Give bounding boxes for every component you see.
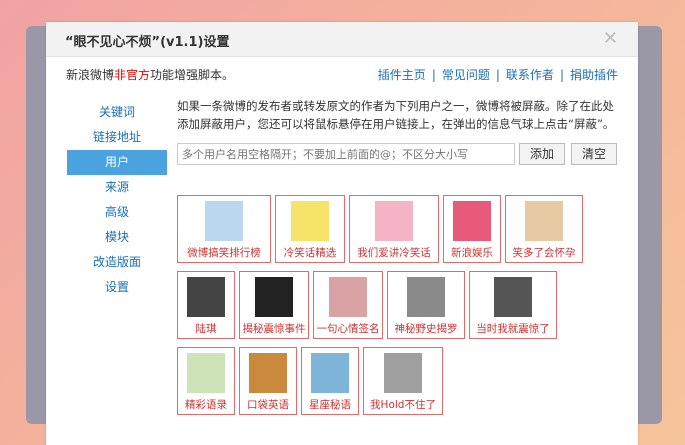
blocked-user-name: 新浪娱乐 [451, 247, 493, 259]
desc-prefix: 新浪微博 [66, 68, 115, 82]
blocked-user-name: 冷笑话精选 [283, 247, 337, 259]
blocked-user-name: 一句心情签名 [316, 323, 380, 335]
sidebar-item-source[interactable]: 来源 [67, 175, 167, 200]
link-separator: | [559, 68, 564, 82]
users-panel: 如果一条微博的发布者或转发原文的作者为下列用户之一，微博将被屏蔽。除了在此处添加… [177, 97, 622, 167]
add-button[interactable]: 添加 [519, 143, 565, 165]
dialog-titlebar: “眼不见心不烦”(v1.1)设置 ✕ [46, 22, 638, 57]
link-faq[interactable]: 常见问题 [442, 68, 490, 82]
blocked-user-item[interactable]: 神秘野史揭罗 [387, 271, 465, 339]
blocked-user-item[interactable]: 微博搞笑排行榜 [177, 195, 271, 263]
sidebar-item-links[interactable]: 链接地址 [67, 125, 167, 150]
sidebar-item-settings[interactable]: 设置 [67, 275, 167, 300]
link-donate[interactable]: 捐助插件 [570, 68, 618, 82]
blocked-user-item[interactable]: 我Hold不住了 [363, 347, 443, 415]
topbar: 新浪微博非官方功能增强脚本。 插件主页 | 常见问题 | 联系作者 | 捐助插件 [66, 66, 618, 86]
script-description: 新浪微博非官方功能增强脚本。 [66, 68, 234, 82]
blocked-user-name: 星座秘语 [309, 399, 351, 411]
sidebar-item-layout[interactable]: 改造版面 [67, 250, 167, 275]
user-avatar [187, 277, 225, 317]
blocked-user-name: 精彩语录 [185, 399, 227, 411]
blocked-user-item[interactable]: 笑多了会怀孕 [505, 195, 583, 263]
link-plugin-home[interactable]: 插件主页 [378, 68, 426, 82]
user-avatar [407, 277, 445, 317]
user-avatar [187, 353, 225, 393]
user-name-input[interactable] [177, 143, 515, 165]
user-avatar [205, 201, 243, 241]
clear-button[interactable]: 清空 [571, 143, 617, 165]
blocked-user-name: 笑多了会怀孕 [512, 247, 576, 259]
link-separator: | [431, 68, 436, 82]
close-icon[interactable]: ✕ [603, 28, 618, 49]
user-avatar [525, 201, 563, 241]
sidebar-item-keywords[interactable]: 关键词 [67, 100, 167, 125]
sidebar: 关键词 链接地址 用户 来源 高级 模块 改造版面 设置 [67, 100, 167, 300]
link-separator: | [495, 68, 500, 82]
desc-suffix: 功能增强脚本。 [150, 68, 235, 82]
header-links: 插件主页 | 常见问题 | 联系作者 | 捐助插件 [378, 66, 618, 83]
user-avatar [494, 277, 532, 317]
blocked-user-name: 神秘野史揭罗 [394, 323, 458, 335]
user-avatar [291, 201, 329, 241]
blocked-user-name: 当时我就震惊了 [476, 323, 550, 335]
blocked-user-name: 口袋英语 [247, 399, 289, 411]
add-user-row: 添加 清空 [177, 143, 622, 167]
desc-highlight: 非官方 [114, 68, 151, 82]
user-avatar [249, 353, 287, 393]
blocked-user-item[interactable]: 精彩语录 [177, 347, 235, 415]
blocked-user-item[interactable]: 揭秘震惊事件 [239, 271, 309, 339]
blocked-user-item[interactable]: 陆琪 [177, 271, 235, 339]
blocked-user-item[interactable]: 星座秘语 [301, 347, 359, 415]
link-contact-author[interactable]: 联系作者 [506, 68, 554, 82]
user-avatar [329, 277, 367, 317]
blocked-user-item[interactable]: 口袋英语 [239, 347, 297, 415]
user-avatar [255, 277, 293, 317]
blocked-user-name: 我Hold不住了 [370, 399, 436, 411]
dialog-title: “眼不见心不烦”(v1.1)设置 [65, 35, 230, 50]
blocked-user-item[interactable]: 新浪娱乐 [443, 195, 501, 263]
settings-dialog: “眼不见心不烦”(v1.1)设置 ✕ 新浪微博非官方功能增强脚本。 插件主页 | 常… [46, 22, 638, 445]
user-avatar [453, 201, 491, 241]
panel-instructions: 如果一条微博的发布者或转发原文的作者为下列用户之一，微博将被屏蔽。除了在此处添加… [177, 99, 615, 131]
blocked-user-item[interactable]: 一句心情签名 [313, 271, 383, 339]
blocked-user-item[interactable]: 当时我就震惊了 [469, 271, 557, 339]
user-avatar [375, 201, 413, 241]
blocked-user-item[interactable]: 冷笑话精选 [275, 195, 345, 263]
blocked-user-name: 揭秘震惊事件 [242, 323, 306, 335]
blocked-user-item[interactable]: 我们爱讲冷笑话 [349, 195, 439, 263]
sidebar-item-users[interactable]: 用户 [67, 150, 167, 175]
user-avatar [384, 353, 422, 393]
sidebar-item-modules[interactable]: 模块 [67, 225, 167, 250]
sidebar-item-advanced[interactable]: 高级 [67, 200, 167, 225]
blocked-user-name: 我们爱讲冷笑话 [357, 247, 431, 259]
user-avatar [311, 353, 349, 393]
blocked-user-name: 微博搞笑排行榜 [187, 247, 261, 259]
blocked-user-name: 陆琪 [195, 323, 217, 335]
